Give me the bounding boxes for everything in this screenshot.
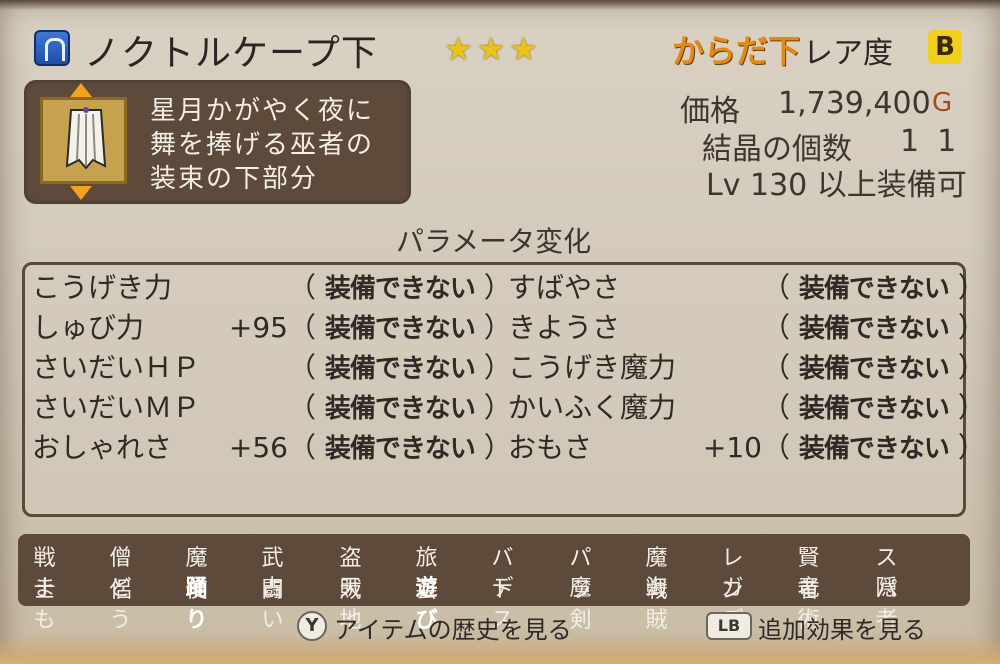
star-rating: ★★★: [444, 30, 543, 68]
gold-unit: G: [932, 88, 953, 118]
param-name: おしゃれさ: [32, 431, 173, 464]
crystal-value: 11: [900, 124, 975, 159]
param-status: （ 装備できない ）: [762, 311, 986, 344]
param-status: （ 装備できない ）: [762, 431, 986, 464]
description-line-3: 装束の下部分: [150, 164, 319, 194]
param-bonus: [218, 388, 288, 428]
param-bonus: +95: [228, 311, 288, 344]
param-status: （ 装備できない ）: [762, 271, 986, 304]
lb-button-icon[interactable]: LB: [706, 612, 752, 640]
item-name: ノクトルケープ下: [84, 33, 378, 74]
arrow-down-icon[interactable]: [70, 186, 92, 200]
param-bonus: [692, 308, 762, 348]
item-image: [40, 97, 127, 184]
param-name: さいだいＨＰ: [32, 351, 201, 384]
param-bonus: [692, 348, 762, 388]
param-status: （ 装備できない ）: [762, 391, 986, 424]
param-name: こうげき魔力: [508, 351, 677, 384]
param-bonus: [218, 268, 288, 308]
y-button-icon[interactable]: Y: [297, 611, 327, 641]
extra-effects-link[interactable]: 追加効果を見る: [758, 610, 926, 645]
param-bonus: [692, 268, 762, 308]
param-status: （ 装備できない ）: [288, 431, 512, 464]
history-link[interactable]: アイテムの歴史を見る: [334, 610, 572, 645]
job-label: 踊り: [185, 576, 207, 633]
param-status: （ 装備できない ）: [288, 351, 512, 384]
param-name: さいだいＭＰ: [32, 391, 201, 424]
param-status: （ 装備できない ）: [762, 351, 986, 384]
job-label: どう: [109, 576, 131, 633]
equip-slot: からだ下: [672, 32, 801, 70]
arrow-up-icon[interactable]: [70, 83, 92, 97]
param-status: （ 装備できない ）: [288, 391, 512, 424]
param-status: （ 装備できない ）: [288, 311, 512, 344]
rarity-badge: B: [928, 30, 962, 64]
params-title: パラメータ変化: [396, 225, 592, 258]
price-value: 1,739,400: [778, 86, 931, 121]
param-name: しゅび力: [32, 311, 145, 344]
param-status: （ 装備できない ）: [288, 271, 512, 304]
param-name: すばやさ: [508, 271, 621, 304]
job-label: 海賊: [645, 576, 667, 633]
param-name: おもさ: [508, 431, 593, 464]
job-label: 占い: [261, 576, 283, 633]
param-bonus: +10: [702, 431, 762, 464]
param-name: かいふく魔力: [508, 391, 677, 424]
param-bonus: [218, 348, 288, 388]
param-name: こうげき力: [32, 271, 173, 304]
param-bonus: +56: [228, 431, 288, 464]
param-name: きようさ: [508, 311, 621, 344]
rarity-label: レア度: [803, 36, 893, 71]
param-bonus: [692, 388, 762, 428]
job-label: まも: [33, 576, 55, 633]
robe-lower-icon: [34, 30, 70, 66]
description-line-1: 星月かがやく夜に: [150, 96, 375, 126]
required-level: Lv 130 以上装備可: [706, 168, 967, 203]
description-line-2: 舞を捧げる巫者の: [150, 130, 375, 160]
cape-icon: [65, 107, 107, 170]
